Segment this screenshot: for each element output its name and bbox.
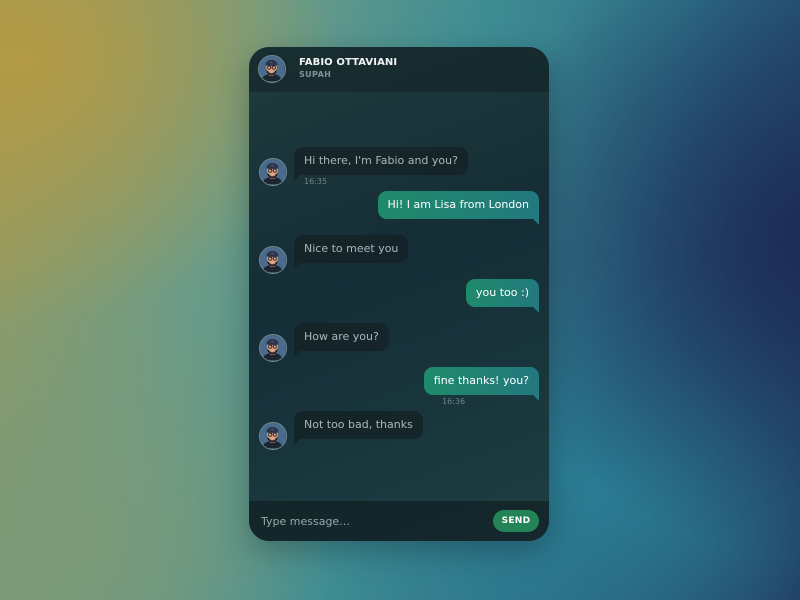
chat-header: FABIO OTTAVIANI SUPAH (249, 47, 549, 92)
message-input[interactable] (249, 501, 485, 541)
send-button[interactable]: SEND (493, 510, 539, 532)
message-timestamp: 16:35 (304, 177, 328, 186)
outgoing-message: Hi! I am Lisa from London (377, 191, 539, 225)
incoming-message: How are you? (294, 323, 389, 357)
incoming-message: Nice to meet you (294, 235, 409, 269)
outgoing-message: you too :) (466, 279, 539, 313)
contact-subtitle: SUPAH (299, 70, 332, 79)
contact-name: FABIO OTTAVIANI (299, 57, 398, 68)
message-composer: SEND (249, 501, 549, 541)
contact-avatar-icon (259, 158, 287, 186)
contact-avatar-icon (259, 334, 287, 362)
outgoing-message: fine thanks! you? (423, 367, 540, 401)
incoming-message: Hi there, I'm Fabio and you? (294, 147, 468, 181)
contact-avatar-icon[interactable] (258, 55, 286, 83)
message-timestamp: 16:36 (442, 397, 466, 406)
incoming-message: Not too bad, thanks (294, 411, 423, 445)
contact-avatar-icon (259, 246, 287, 274)
contact-avatar-icon (259, 422, 287, 450)
message-list: Hi there, I'm Fabio and you? 16:35 Hi! I… (249, 92, 549, 501)
chat-window: FABIO OTTAVIANI SUPAH Hi there, I'm Fabi… (249, 47, 549, 541)
